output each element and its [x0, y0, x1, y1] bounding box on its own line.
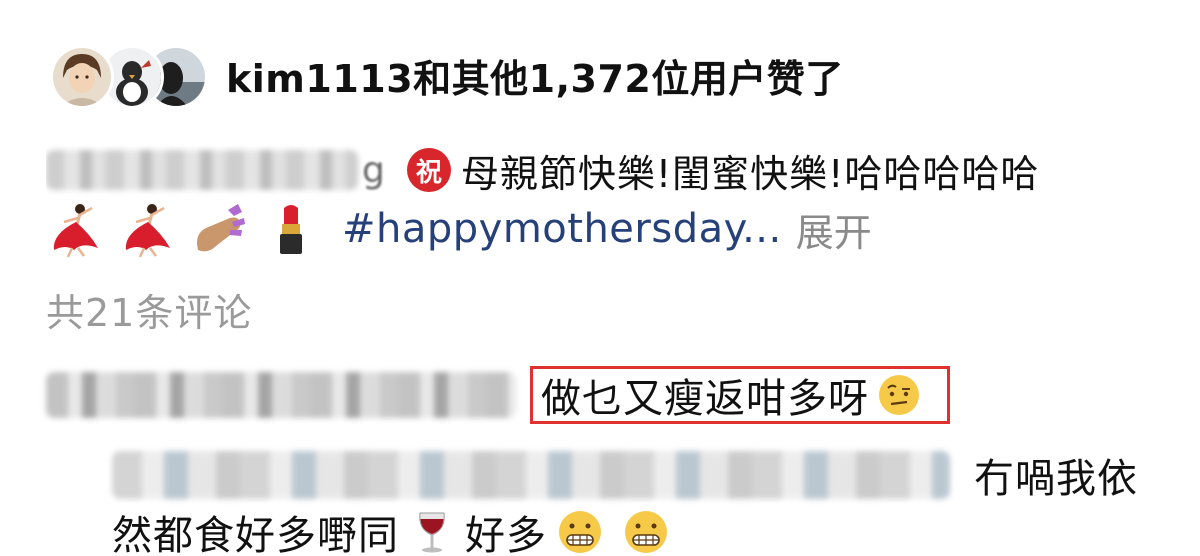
comment-text: 做乜又瘦返咁多呀 — [541, 376, 869, 422]
likes-row[interactable]: kim1113和其他1,372位用户赞了 — [50, 42, 844, 109]
avatar[interactable] — [50, 45, 114, 109]
reply-item: 冇喎我依 — [112, 446, 1138, 504]
dancing-woman-icon — [46, 200, 104, 258]
reply-text-part-b: 好多 — [465, 513, 547, 556]
celebrate-badge-icon: 祝 — [406, 148, 451, 192]
comment-item: 做乜又瘦返咁多呀 — [46, 366, 950, 424]
caption-emoji-line: #happymothersday... 展开 — [46, 196, 872, 262]
dancing-woman-icon — [118, 200, 176, 258]
post-caption: g 祝 母親節快樂!閨蜜快樂!哈哈哈哈哈 — [46, 142, 1200, 198]
post-detail: kim1113和其他1,372位用户赞了 g 祝 母親節快樂!閨蜜快樂!哈哈哈哈… — [0, 0, 1200, 556]
lipstick-icon — [262, 200, 320, 258]
blurred-username[interactable] — [112, 451, 950, 499]
grimacing-face-icon — [623, 509, 669, 555]
likes-summary[interactable]: kim1113和其他1,372位用户赞了 — [226, 48, 844, 103]
liker-avatars[interactable] — [50, 42, 208, 109]
raised-eyebrow-icon — [877, 373, 921, 417]
caption-text: 母親節快樂!閨蜜快樂!哈哈哈哈哈 — [460, 151, 1040, 196]
reply-item-continued: 然都食好多嘢同 好多 — [112, 504, 679, 556]
grimacing-face-icon — [557, 509, 603, 555]
reply-text-part-a: 然都食好多嘢同 — [112, 513, 399, 556]
expand-button[interactable]: 展开 — [796, 202, 872, 257]
nail-polish-icon — [190, 200, 248, 258]
reply-text-line1: 冇喎我依 — [974, 456, 1138, 502]
username-tail: g — [362, 149, 385, 191]
hashtag-link[interactable]: #happymothersday... — [342, 206, 782, 252]
wine-glass-icon — [409, 509, 455, 555]
comment-count-link[interactable]: 共21条评论 — [46, 282, 252, 337]
blurred-username[interactable] — [46, 150, 358, 190]
blurred-username[interactable] — [46, 372, 516, 418]
highlighted-comment: 做乜又瘦返咁多呀 — [530, 366, 950, 424]
